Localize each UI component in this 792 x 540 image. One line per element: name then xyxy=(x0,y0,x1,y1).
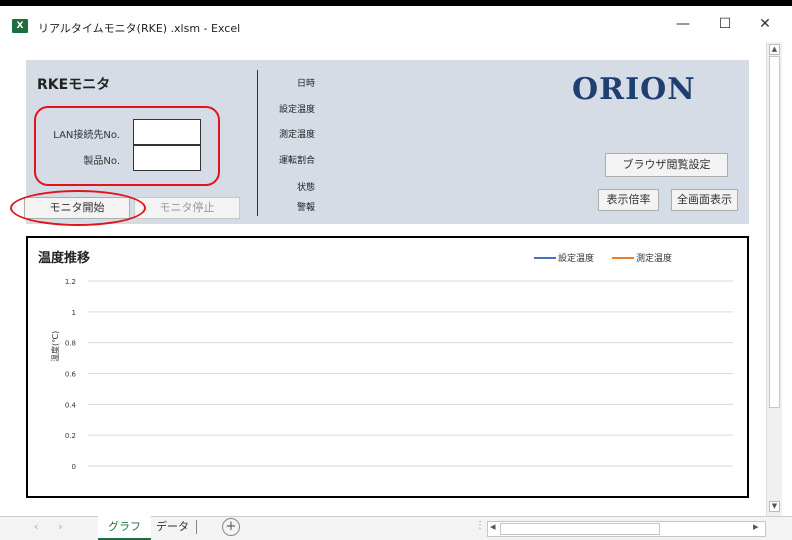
vertical-scrollbar[interactable]: ▲ ▼ xyxy=(766,42,782,516)
vertical-scroll-thumb[interactable] xyxy=(769,56,780,408)
horizontal-scroll-thumb[interactable] xyxy=(500,523,660,535)
chart-plot-area: 1.2 1 0.8 0.6 0.4 0.2 0 xyxy=(65,278,733,471)
tab-data[interactable]: データ xyxy=(146,516,199,540)
left-arrow-icon[interactable]: ◂ xyxy=(490,520,496,533)
y-tick-label: 0.8 xyxy=(65,340,76,348)
y-tick-label: 0 xyxy=(72,463,76,471)
tab-separator xyxy=(196,520,197,534)
add-sheet-icon[interactable]: + xyxy=(222,518,240,536)
tab-scroll-right-icon[interactable]: › xyxy=(58,520,62,533)
y-tick-label: 0.6 xyxy=(65,371,77,379)
y-tick-label: 1.2 xyxy=(65,278,76,286)
right-arrow-icon[interactable]: ▸ xyxy=(753,520,759,533)
tab-scroll-left-icon[interactable]: ‹ xyxy=(34,520,38,533)
y-tick-label: 0.2 xyxy=(65,432,76,440)
down-arrow-icon[interactable]: ▼ xyxy=(769,501,780,512)
y-tick-label: 0.4 xyxy=(65,401,77,409)
tab-graph[interactable]: グラフ xyxy=(98,516,151,540)
up-arrow-icon[interactable]: ▲ xyxy=(769,44,780,55)
scrollbar-splitter[interactable]: ⋮ xyxy=(475,520,485,531)
y-tick-label: 1 xyxy=(72,309,76,317)
